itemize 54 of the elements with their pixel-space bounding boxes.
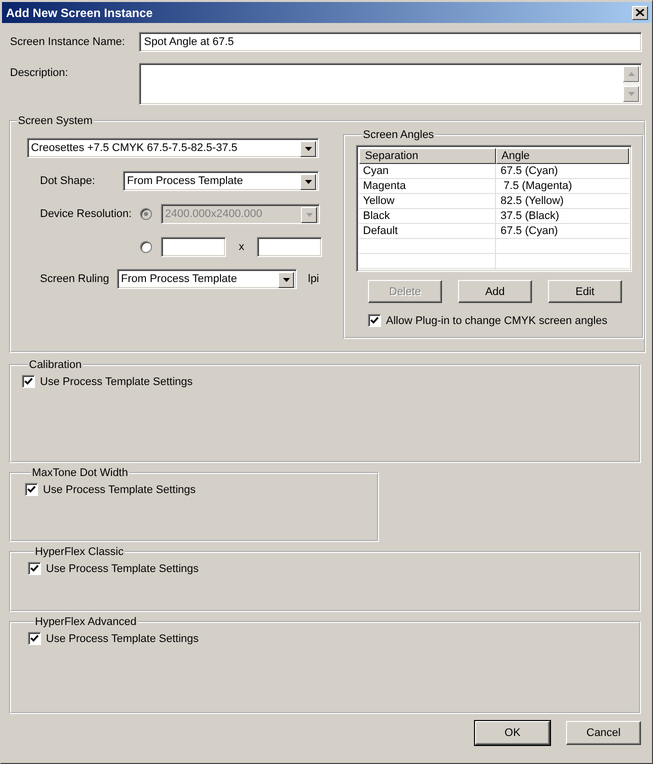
checkbox-label: Use Process Template Settings [40, 376, 193, 388]
dialog-button[interactable]: OK [475, 721, 550, 745]
table-cell: Black [359, 209, 496, 223]
group-title: MaxTone Dot Width [31, 467, 129, 479]
scroll-up-button[interactable] [623, 66, 639, 82]
checkbox[interactable] [368, 314, 381, 327]
checkbox[interactable] [25, 483, 38, 496]
table-cell-text: 37.5 (Black) [500, 209, 560, 223]
close-icon [636, 9, 644, 16]
list-button[interactable]: Add [458, 280, 532, 303]
table-cell: Yellow [359, 194, 496, 208]
down-arrow-icon [628, 92, 634, 96]
checkbox-label: Allow Plug-in to change CMYK screen angles [386, 314, 608, 326]
group-title: Screen Angles [362, 129, 435, 141]
table-cell-text: 67.5 (Cyan) [500, 164, 559, 178]
field-label: Dot Shape: [39, 175, 96, 187]
field-label: Screen Ruling [39, 273, 110, 285]
scroll-down-button[interactable] [623, 86, 639, 102]
resolution-width-field[interactable] [161, 237, 226, 257]
group-title: HyperFlex Advanced [34, 616, 138, 628]
resolution-height-field[interactable] [257, 237, 322, 257]
group-title: Calibration [28, 359, 83, 371]
checkbox[interactable] [28, 632, 41, 645]
dot-shape-dropdown[interactable]: From Process Template [123, 171, 319, 191]
close-button[interactable] [632, 6, 648, 20]
window-title: Add New Screen Instance [6, 6, 153, 20]
field-label: Description: [9, 67, 70, 81]
up-arrow-icon [628, 72, 634, 76]
field-label: Device Resolution: [39, 208, 133, 220]
table-cell: Magenta [359, 179, 496, 193]
table-cell: Cyan [359, 164, 496, 178]
table-cell-text: 82.5 (Yellow) [500, 194, 565, 208]
screen-ruling-dropdown[interactable]: From Process Template [117, 269, 297, 289]
dialog-button[interactable]: Cancel [566, 721, 641, 745]
radio-button[interactable] [140, 241, 152, 253]
group-title: HyperFlex Classic [34, 546, 125, 558]
times-sign: x [238, 241, 246, 253]
group-title: Screen System [17, 115, 94, 127]
field-label: Screen Instance Name: [9, 36, 126, 48]
description-field[interactable] [139, 63, 642, 105]
column-header[interactable]: Separation [359, 148, 496, 164]
list-button[interactable]: Edit [548, 280, 622, 303]
table-cell: Default [359, 224, 496, 238]
checkbox-label: Use Process Template Settings [46, 562, 199, 574]
name-field[interactable]: Spot Angle at 67.5 [139, 32, 642, 52]
checkbox[interactable] [22, 375, 35, 388]
table-cell-text: 67.5 (Cyan) [500, 224, 559, 238]
checkbox-label: Use Process Template Settings [46, 632, 199, 644]
checkbox[interactable] [28, 562, 41, 575]
column-header[interactable]: Angle [496, 148, 629, 164]
checkbox-label: Use Process Template Settings [43, 484, 196, 496]
table-cell-text: 7.5 (Magenta) [502, 179, 574, 193]
unit-label: lpi [308, 273, 320, 285]
screen-set-dropdown[interactable]: Creosettes +7.5 CMYK 67.5-7.5-82.5-37.5 [27, 138, 319, 158]
